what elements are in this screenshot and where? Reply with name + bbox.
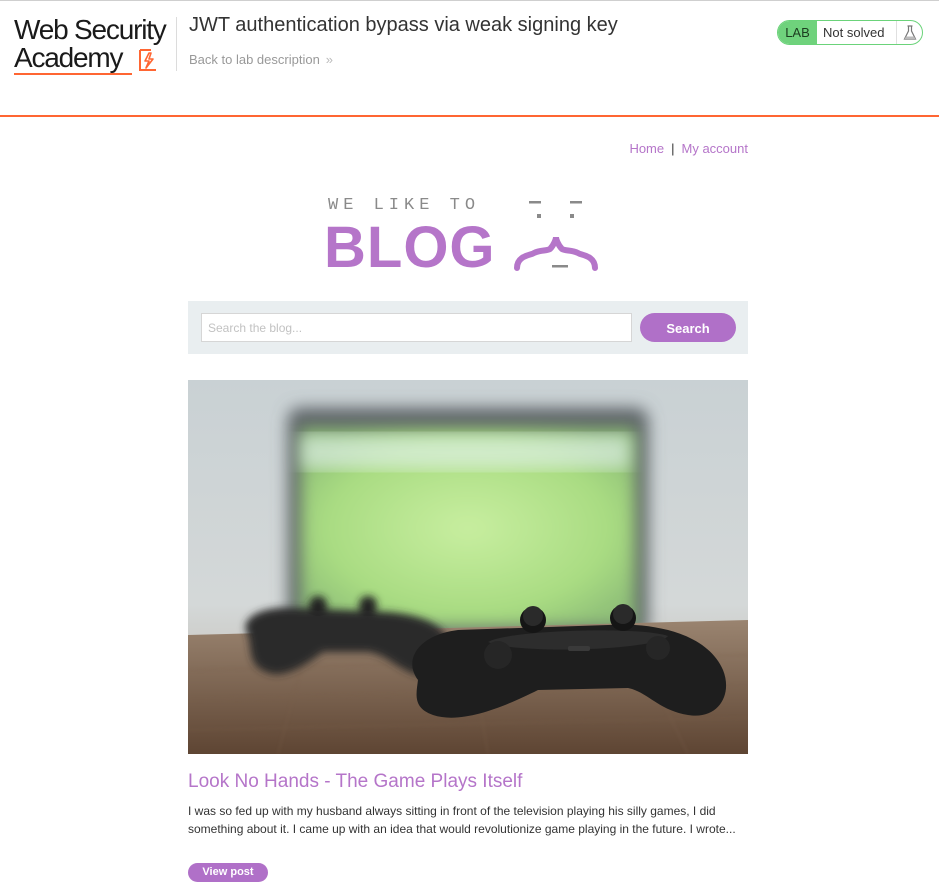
header-divider [176, 17, 177, 71]
game-controllers-photo [188, 380, 748, 754]
lab-tag: LAB [778, 21, 817, 44]
back-to-lab-description-link[interactable]: Back to lab description » [189, 52, 333, 67]
lab-title: JWT authentication bypass via weak signi… [189, 14, 618, 36]
search-input[interactable] [201, 313, 632, 342]
flask-icon [896, 21, 922, 44]
curly-brace-face-icon [514, 201, 598, 271]
search-bar: Search [188, 301, 748, 354]
search-button[interactable]: Search [640, 313, 736, 342]
nav-home-link[interactable]: Home [629, 141, 664, 156]
blog-wordmark: BLOG [324, 215, 496, 280]
post-excerpt: I was so fed up with my husband always s… [188, 804, 736, 836]
lightning-bolt-icon [139, 49, 156, 71]
view-post-button[interactable]: View post [188, 863, 268, 882]
header-accent-rule [0, 115, 939, 117]
back-link-label: Back to lab description [189, 52, 320, 67]
lab-status-text: Not solved [823, 25, 885, 40]
post-image[interactable] [188, 380, 748, 754]
top-navigation: Home | My account [600, 141, 748, 156]
lab-status-widget: LAB Not solved [777, 20, 923, 45]
nav-my-account-link[interactable]: My account [682, 141, 748, 156]
blog-tagline: WE LIKE TO [328, 196, 481, 215]
nav-separator: | [671, 141, 675, 156]
logo-text-line2: Academy [14, 42, 124, 73]
web-security-academy-logo[interactable]: Web Security Academy [14, 15, 174, 77]
academy-header: Web Security Academy JWT authentication … [0, 1, 939, 115]
post-title-link[interactable]: Look No Hands - The Game Plays Itself [188, 771, 522, 793]
double-chevron-right-icon: » [325, 52, 334, 67]
logo-text-line1: Web Security [14, 14, 167, 45]
logo-underline [14, 73, 132, 75]
